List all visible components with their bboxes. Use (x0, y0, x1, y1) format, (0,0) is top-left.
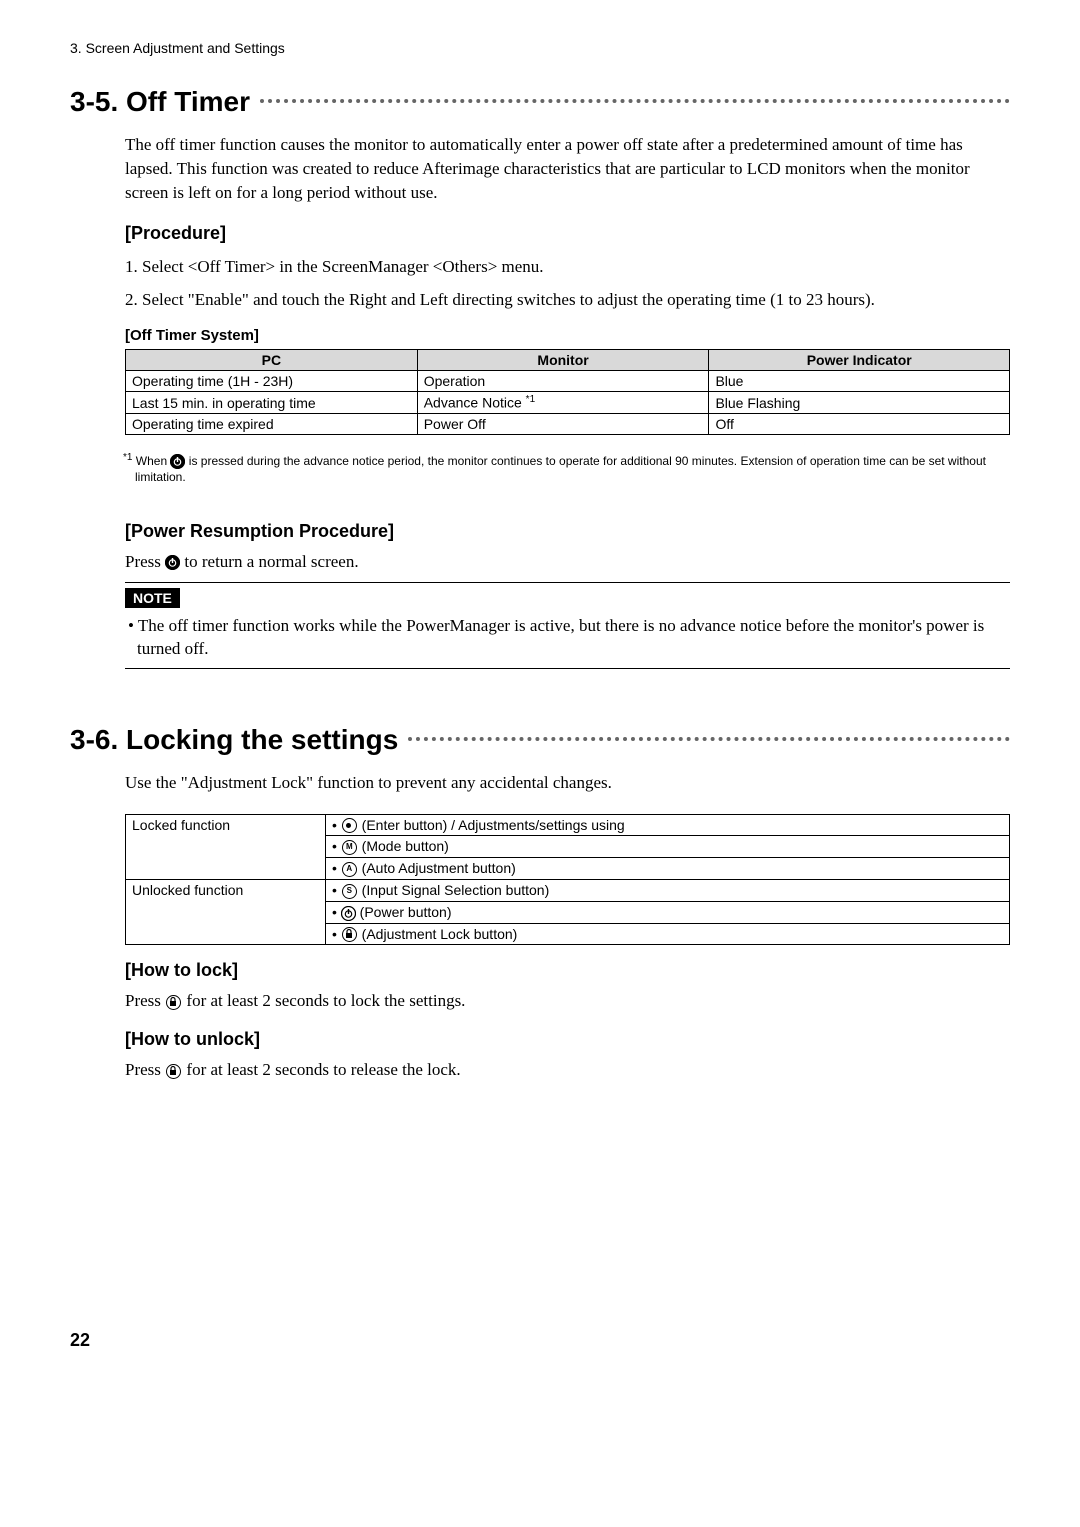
heading-text: 3‑6. Locking the settings (70, 724, 398, 756)
unlocked-row-2: • (Power button) (326, 901, 1010, 923)
power-resume-text: Press to return a normal screen. (125, 552, 1010, 572)
procedure-steps: 1. Select <Off Timer> in the ScreenManag… (125, 254, 1010, 312)
cell-pc-2: Operating time expired (126, 414, 418, 435)
input-signal-button-icon: S (342, 884, 357, 899)
auto-adjust-button-icon: A (342, 862, 357, 877)
section-3-6-heading: 3‑6. Locking the settings (70, 724, 1010, 756)
how-to-unlock-heading: [How to unlock] (125, 1029, 1010, 1050)
lock-table: Locked function • (Enter button) / Adjus… (125, 814, 1010, 946)
th-power-indicator: Power Indicator (709, 350, 1010, 371)
adjustment-lock-button-icon (166, 995, 181, 1010)
locked-function-label: Locked function (126, 814, 326, 879)
unlocked-row-1: • S (Input Signal Selection button) (326, 879, 1010, 901)
how-to-unlock-text: Press for at least 2 seconds to release … (125, 1060, 1010, 1080)
section-3-6-intro: Use the "Adjustment Lock" function to pr… (125, 771, 1010, 795)
cell-pc-0: Operating time (1H - 23H) (126, 371, 418, 392)
th-monitor: Monitor (417, 350, 709, 371)
off-timer-system-heading: [Off Timer System] (125, 327, 1010, 344)
cell-monitor-0: Operation (417, 371, 709, 392)
section-3-5-heading: 3‑5. Off Timer (70, 86, 1010, 118)
cell-monitor-2: Power Off (417, 414, 709, 435)
heading-text: 3‑5. Off Timer (70, 86, 250, 118)
cell-indicator-1: Blue Flashing (709, 392, 1010, 414)
mode-button-icon: M (342, 840, 357, 855)
page-number: 22 (70, 1330, 1010, 1351)
footnote-1: *1 When is pressed during the advance no… (135, 451, 1010, 486)
how-to-lock-text: Press for at least 2 seconds to lock the… (125, 991, 1010, 1011)
note-label: NOTE (125, 588, 180, 608)
enter-button-icon (342, 818, 357, 833)
adjustment-lock-button-icon (166, 1064, 181, 1079)
step-2: 2. Select "Enable" and touch the Right a… (125, 287, 1010, 313)
locked-row-2: • M (Mode button) (326, 836, 1010, 858)
locked-row-3: • A (Auto Adjustment button) (326, 858, 1010, 880)
cell-indicator-0: Blue (709, 371, 1010, 392)
chapter-label: 3. Screen Adjustment and Settings (70, 40, 1010, 56)
dotted-leader (260, 99, 1010, 103)
locked-row-1: • (Enter button) / Adjustments/settings … (326, 814, 1010, 836)
note-text: • The off timer function works while the… (128, 614, 1010, 661)
adjustment-lock-button-icon (342, 927, 357, 942)
off-timer-table: PC Monitor Power Indicator Operating tim… (125, 349, 1010, 435)
cell-pc-1: Last 15 min. in operating time (126, 392, 418, 414)
cell-indicator-2: Off (709, 414, 1010, 435)
power-button-icon (341, 906, 356, 921)
unlocked-function-label: Unlocked function (126, 879, 326, 944)
power-icon (165, 555, 180, 570)
section-3-5-intro: The off timer function causes the monito… (125, 133, 1010, 205)
th-pc: PC (126, 350, 418, 371)
step-1: 1. Select <Off Timer> in the ScreenManag… (125, 254, 1010, 280)
power-resume-heading: [Power Resumption Procedure] (125, 521, 1010, 542)
dotted-leader (408, 737, 1010, 741)
unlocked-row-3: • (Adjustment Lock button) (326, 923, 1010, 945)
procedure-heading: [Procedure] (125, 223, 1010, 244)
power-icon (170, 454, 185, 469)
how-to-lock-heading: [How to lock] (125, 960, 1010, 981)
cell-monitor-1: Advance Notice *1 (417, 392, 709, 414)
note-block: NOTE • The off timer function works whil… (125, 582, 1010, 670)
